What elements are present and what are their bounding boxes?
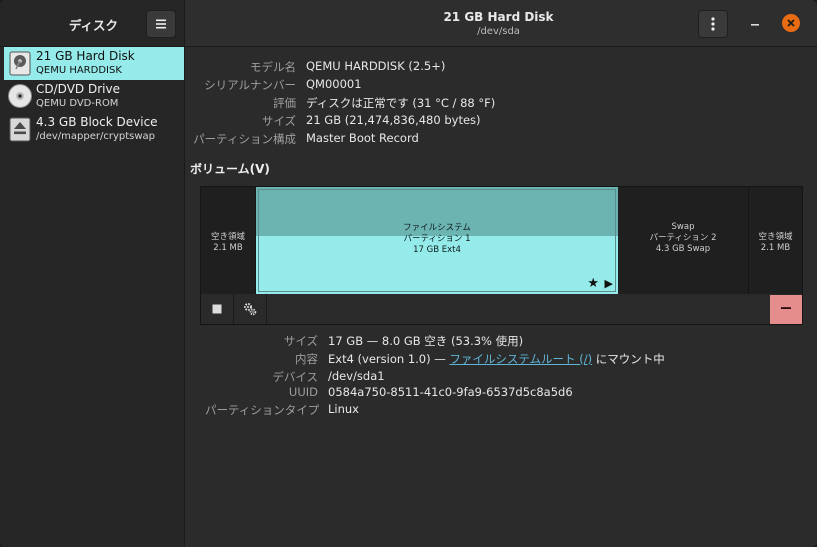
partition-type-value: Linux bbox=[328, 402, 359, 416]
segment-size: 2.1 MB bbox=[760, 243, 791, 253]
stop-icon bbox=[212, 304, 222, 314]
serial-label: シリアルナンバー bbox=[204, 78, 296, 92]
segment-size: 2.1 MB bbox=[213, 243, 243, 253]
contents-label: 内容 bbox=[295, 352, 318, 366]
window-subtitle: /dev/sda bbox=[477, 26, 520, 37]
minimize-icon bbox=[751, 24, 759, 26]
minimize-button[interactable] bbox=[748, 16, 762, 30]
uuid-value: 0584a750-8511-41c0-9fa9-6537d5c8a5d6 bbox=[328, 385, 573, 399]
volumes-heading: ボリューム(V) bbox=[190, 162, 270, 176]
partition-settings-button[interactable] bbox=[234, 294, 267, 324]
star-icon: ★ bbox=[587, 276, 599, 291]
partition-1-segment[interactable]: ファイルシステム パーティション 1 17 GB Ext4 ★ ▶ bbox=[256, 187, 618, 294]
partitioning-label: パーティション構成 bbox=[193, 132, 296, 146]
sidebar-item-block-device[interactable]: 4.3 GB Block Device /dev/mapper/cryptswa… bbox=[4, 113, 184, 146]
device-name: 4.3 GB Block Device bbox=[36, 115, 158, 129]
swap-partition-segment[interactable]: Swap パーティション 2 4.3 GB Swap bbox=[618, 187, 749, 294]
segment-label: 空き領域 bbox=[210, 232, 245, 242]
contents-suffix: にマウント中 bbox=[592, 352, 665, 366]
device-model: QEMU DVD-ROM bbox=[36, 98, 119, 109]
partition-size-label: サイズ bbox=[283, 334, 318, 348]
segment-label: 空き領域 bbox=[758, 232, 793, 242]
volume-map: 空き領域 2.1 MB ファイルシステム パーティション 1 17 GB Ext… bbox=[200, 186, 803, 295]
optical-disc-icon bbox=[8, 84, 32, 108]
device-label: デバイス bbox=[272, 370, 318, 384]
size-label: サイズ bbox=[261, 114, 296, 128]
unmount-button[interactable] bbox=[201, 294, 234, 324]
close-button[interactable] bbox=[782, 14, 800, 32]
disks-window: ディスク 21 GB Hard Disk /dev/sda 21 GB Hard… bbox=[0, 0, 817, 547]
contents-text: Ext4 (version 1.0) — bbox=[328, 352, 450, 366]
model-value: QEMU HARDDISK (2.5+) bbox=[306, 59, 446, 73]
mounted-play-icon: ▶ bbox=[604, 277, 613, 290]
mount-point-link[interactable]: ファイルシステムルート (/) bbox=[449, 352, 592, 366]
delete-partition-button[interactable] bbox=[770, 295, 802, 324]
close-icon bbox=[787, 19, 795, 27]
free-space-segment[interactable]: 空き領域 2.1 MB bbox=[749, 187, 802, 294]
volume-toolbar bbox=[200, 294, 803, 325]
contents-value: Ext4 (version 1.0) — ファイルシステムルート (/) にマウ… bbox=[328, 351, 665, 367]
device-name: CD/DVD Drive bbox=[36, 82, 120, 96]
partition-type-label: パーティションタイプ bbox=[205, 403, 320, 417]
size-value: 21 GB (21,474,836,480 bytes) bbox=[306, 113, 481, 127]
device-name: 21 GB Hard Disk bbox=[36, 49, 135, 63]
gears-icon bbox=[244, 303, 257, 316]
segment-label: Swap bbox=[671, 222, 695, 232]
hard-disk-icon bbox=[9, 51, 31, 76]
minus-icon bbox=[781, 307, 791, 309]
device-path: /dev/mapper/cryptswap bbox=[36, 131, 156, 142]
segment-label: ファイルシステム bbox=[403, 223, 471, 233]
device-value: /dev/sda1 bbox=[328, 369, 385, 383]
segment-size: 4.3 GB Swap bbox=[655, 244, 711, 254]
partition-size-value: 17 GB — 8.0 GB 空き (53.3% 使用) bbox=[328, 334, 524, 348]
device-model: QEMU HARDDISK bbox=[36, 65, 122, 76]
device-sidebar: 21 GB Hard Disk QEMU HARDDISK CD/DVD Dri… bbox=[0, 47, 184, 547]
segment-partition: パーティション 2 bbox=[649, 233, 717, 243]
uuid-label: UUID bbox=[288, 385, 318, 399]
segment-size: 17 GB Ext4 bbox=[413, 245, 461, 255]
free-space-segment[interactable]: 空き領域 2.1 MB bbox=[201, 187, 256, 294]
segment-partition: パーティション 1 bbox=[403, 234, 471, 244]
sidebar-item-cd-dvd-drive[interactable]: CD/DVD Drive QEMU DVD-ROM bbox=[4, 80, 184, 113]
serial-value: QM00001 bbox=[306, 77, 362, 91]
drive-options-button[interactable] bbox=[698, 10, 728, 38]
partitioning-value: Master Boot Record bbox=[306, 131, 419, 145]
sidebar-item-hard-disk[interactable]: 21 GB Hard Disk QEMU HARDDISK bbox=[4, 47, 184, 80]
hamburger-menu-icon bbox=[156, 19, 166, 29]
block-device-icon bbox=[9, 117, 31, 142]
vertical-ellipsis-icon bbox=[711, 17, 715, 31]
main-menu-button[interactable] bbox=[146, 10, 176, 38]
model-label: モデル名 bbox=[250, 60, 296, 74]
window-title: 21 GB Hard Disk bbox=[443, 10, 554, 24]
assessment-value: ディスクは正常です (31 °C / 88 °F) bbox=[306, 96, 496, 110]
assessment-label: 評価 bbox=[273, 96, 296, 110]
